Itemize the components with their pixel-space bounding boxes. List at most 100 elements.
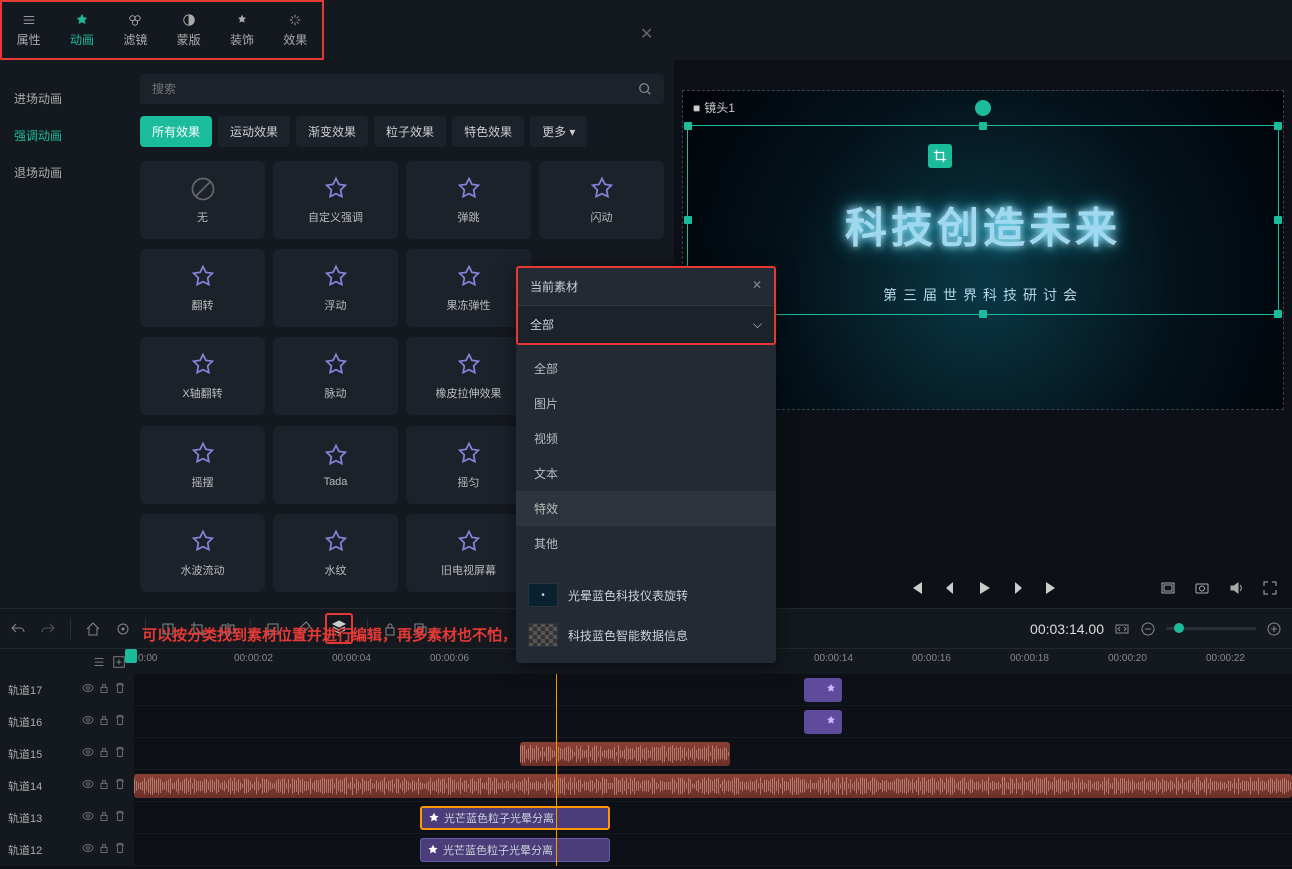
undo-button[interactable] [10, 621, 26, 637]
track-header[interactable]: 轨道15 [0, 738, 134, 769]
popup-close-button[interactable]: ✕ [752, 278, 762, 295]
eye-icon[interactable] [82, 778, 94, 793]
crop-icon[interactable] [928, 144, 952, 168]
home-button[interactable] [85, 621, 101, 637]
tab-effect[interactable]: 效果 [269, 2, 322, 58]
filter-all[interactable]: 所有效果 [140, 116, 212, 147]
tab-decoration[interactable]: 装饰 [215, 2, 268, 58]
effect-item[interactable]: 翻转 [140, 249, 265, 327]
timeline-clip[interactable] [520, 742, 730, 766]
filter-gradient[interactable]: 渐变效果 [296, 116, 368, 147]
eye-icon[interactable] [82, 810, 94, 825]
zoom-in-button[interactable] [1266, 621, 1282, 637]
fullscreen-button[interactable] [1262, 580, 1278, 596]
track-body[interactable] [134, 738, 1292, 769]
resize-handle-se[interactable] [1274, 310, 1282, 318]
search-box[interactable] [140, 74, 664, 104]
track-header[interactable]: 轨道16 [0, 706, 134, 737]
filter-motion[interactable]: 运动效果 [218, 116, 290, 147]
prev-clip-button[interactable] [908, 580, 924, 596]
timeline-clip[interactable]: 光芒蓝色粒子光晕分离 [420, 838, 610, 862]
effect-item[interactable]: X轴翻转 [140, 337, 265, 415]
tab-mask[interactable]: 蒙版 [162, 2, 215, 58]
close-panel-button[interactable]: ✕ [640, 24, 653, 44]
tab-animation[interactable]: 动画 [55, 2, 108, 58]
rotate-handle[interactable] [975, 100, 991, 116]
lock-icon[interactable] [98, 842, 110, 857]
popup-option[interactable]: 其他 [516, 526, 776, 561]
search-input[interactable] [152, 82, 638, 96]
eye-icon[interactable] [82, 842, 94, 857]
resize-handle-nw[interactable] [684, 122, 692, 130]
safe-zone-button[interactable] [1160, 580, 1176, 596]
popup-option[interactable]: 文本 [516, 456, 776, 491]
trash-icon[interactable] [114, 778, 126, 793]
tab-attributes[interactable]: 属性 [2, 2, 55, 58]
next-frame-button[interactable] [1010, 580, 1026, 596]
popup-option[interactable]: 特效 [516, 491, 776, 526]
track-header[interactable]: 轨道14 [0, 770, 134, 801]
popup-asset-item[interactable]: 科技蓝色智能数据信息 [516, 615, 776, 655]
effect-item[interactable]: 水波流动 [140, 514, 265, 592]
resize-handle-e[interactable] [1274, 216, 1282, 224]
track-body[interactable] [134, 674, 1292, 705]
track-body[interactable] [134, 706, 1292, 737]
snapshot-button[interactable] [1194, 580, 1210, 596]
eye-icon[interactable] [82, 682, 94, 697]
fit-button[interactable] [1114, 621, 1130, 637]
trash-icon[interactable] [114, 746, 126, 761]
resize-handle-w[interactable] [684, 216, 692, 224]
effect-item[interactable]: 水纹 [273, 514, 398, 592]
resize-handle-ne[interactable] [1274, 122, 1282, 130]
effect-item[interactable]: 无 [140, 161, 265, 239]
playhead-line[interactable] [556, 674, 557, 866]
collapse-tracks-button[interactable] [92, 655, 106, 669]
effect-item[interactable]: Tada [273, 426, 398, 504]
add-track-button[interactable] [112, 655, 126, 669]
effect-item[interactable]: 旧电视屏幕 [406, 514, 531, 592]
resize-handle-s[interactable] [979, 310, 987, 318]
lock-icon[interactable] [98, 810, 110, 825]
prev-frame-button[interactable] [942, 580, 958, 596]
effect-item[interactable]: 橡皮拉伸效果 [406, 337, 531, 415]
trash-icon[interactable] [114, 682, 126, 697]
tab-filter[interactable]: 滤镜 [109, 2, 162, 58]
track-body[interactable]: 光芒蓝色粒子光晕分离 [134, 834, 1292, 865]
effect-item[interactable]: 果冻弹性 [406, 249, 531, 327]
popup-dropdown[interactable]: 全部 ⌵ [518, 305, 774, 343]
trash-icon[interactable] [114, 714, 126, 729]
popup-option[interactable]: 视频 [516, 421, 776, 456]
track-header[interactable]: 轨道12 [0, 834, 134, 865]
lock-icon[interactable] [98, 746, 110, 761]
track-body[interactable] [134, 770, 1292, 801]
lock-icon[interactable] [98, 778, 110, 793]
effect-item[interactable]: 摇匀 [406, 426, 531, 504]
popup-asset-item[interactable]: •光晕蓝色科技仪表旋转 [516, 575, 776, 615]
timeline-clip[interactable] [134, 774, 1292, 798]
popup-option[interactable]: 全部 [516, 351, 776, 386]
zoom-out-button[interactable] [1140, 621, 1156, 637]
zoom-slider[interactable] [1166, 627, 1256, 630]
resize-handle-n[interactable] [979, 122, 987, 130]
anim-type-exit[interactable]: 退场动画 [0, 154, 130, 191]
timeline-clip[interactable] [804, 710, 842, 734]
track-header[interactable]: 轨道13 [0, 802, 134, 833]
anim-type-emphasis[interactable]: 强调动画 [0, 117, 130, 154]
effect-item[interactable]: 闪动 [539, 161, 664, 239]
next-clip-button[interactable] [1044, 580, 1060, 596]
effect-item[interactable]: 脉动 [273, 337, 398, 415]
trash-icon[interactable] [114, 810, 126, 825]
filter-special[interactable]: 特色效果 [452, 116, 524, 147]
effect-item[interactable]: 浮动 [273, 249, 398, 327]
timeline-clip[interactable]: 光芒蓝色粒子光晕分离 [420, 806, 610, 830]
track-body[interactable]: 光芒蓝色粒子光晕分离 [134, 802, 1292, 833]
eye-icon[interactable] [82, 746, 94, 761]
effect-item[interactable]: 弹跳 [406, 161, 531, 239]
target-button[interactable] [115, 621, 131, 637]
track-header[interactable]: 轨道17 [0, 674, 134, 705]
effect-item[interactable]: 自定义强调 [273, 161, 398, 239]
zoom-thumb[interactable] [1174, 623, 1184, 633]
popup-option[interactable]: 图片 [516, 386, 776, 421]
effect-item[interactable]: 摇摆 [140, 426, 265, 504]
trash-icon[interactable] [114, 842, 126, 857]
